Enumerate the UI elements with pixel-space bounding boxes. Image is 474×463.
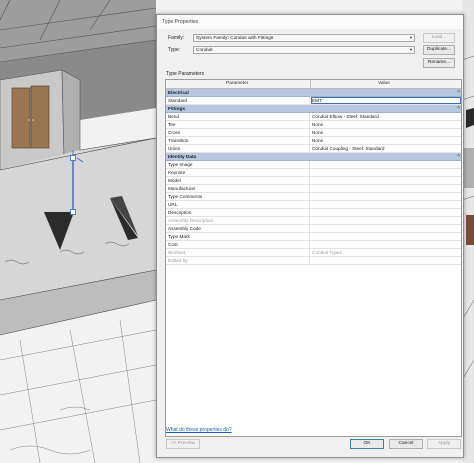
help-link[interactable]: What do these properties do? [166,427,232,433]
column-divider [309,241,310,249]
parameter-name: Type Mark [168,234,190,239]
parameter-name: Manufacturer [168,186,196,191]
column-divider [309,193,310,201]
chevron-down-icon: ▼ [409,47,413,52]
parameter-name: Type Comments [168,194,203,199]
parameter-name: Model [168,178,181,183]
parameter-name: Cross [168,130,181,135]
column-divider [309,225,310,233]
parameter-value[interactable]: Conduit Coupling - Steel: Standard [312,146,384,151]
parameter-value[interactable]: None [312,138,323,143]
parameter-name: Keynote [168,170,186,175]
parameter-value[interactable]: EMT [312,98,322,103]
table-row[interactable]: Tee None [166,121,461,129]
table-row[interactable]: Type Mark [166,233,461,241]
collapse-icon[interactable]: ˄ [457,105,460,111]
column-divider [309,201,310,209]
parameter-name: Workset [168,250,186,255]
type-combo[interactable]: Conduit ▼ [193,46,415,54]
column-divider [309,129,310,137]
table-row[interactable]: Type Comments [166,193,461,201]
table-row[interactable]: Cost [166,241,461,249]
table-row[interactable]: Cross None [166,129,461,137]
preview-button[interactable]: << Preview [166,439,200,449]
family-label: Family: [168,35,185,41]
group-label: Identity Data [168,154,197,159]
family-combo-value: System Family: Conduit with Fittings [196,36,274,41]
parameter-name: Transition [168,138,189,143]
parameter-value: Conduit Types [312,250,342,255]
column-divider [309,209,310,217]
parameter-name: Description [168,210,192,215]
table-row[interactable]: Transition None [166,137,461,145]
cancel-button[interactable]: Cancel [389,439,423,449]
column-divider [309,121,310,129]
parameter-name: URL [168,202,178,207]
column-divider [309,257,310,265]
header-divider [310,80,311,88]
parameter-value[interactable]: Conduit Elbow - Steel: Standard [312,114,379,119]
type-properties-dialog[interactable]: Type Properties Family: System Family: C… [156,14,464,458]
table-row[interactable]: Standard EMT [166,97,461,105]
parameter-name: Union [168,146,181,151]
table-row[interactable]: URL [166,201,461,209]
chevron-down-icon: ▼ [409,35,413,40]
type-label: Type: [168,47,181,53]
column-divider [309,217,310,225]
parameter-name: Edited by [168,258,188,263]
parameter-name: Type Image [168,162,193,167]
table-row[interactable]: Workset Conduit Types [166,249,461,257]
column-divider [309,97,310,105]
rename-button[interactable]: Rename... [423,58,455,68]
parameter-value[interactable]: None [312,122,323,127]
parameter-value[interactable]: None [312,130,323,135]
grid-group-header[interactable]: Identity Data ˄ [166,153,461,161]
table-row[interactable]: Bend Conduit Elbow - Steel: Standard [166,113,461,121]
value-edit-box[interactable] [311,97,461,104]
column-divider [309,169,310,177]
dialog-titlebar[interactable]: Type Properties [157,15,463,29]
type-parameters-label: Type Parameters [166,71,205,77]
column-divider [309,233,310,241]
column-divider [309,161,310,169]
group-label: Electrical [168,90,189,95]
table-row[interactable]: Assembly Description [166,217,461,225]
column-header-parameter[interactable]: Parameter [226,81,248,86]
parameter-name: Tee [168,122,176,127]
apply-button[interactable]: Apply [427,439,461,449]
parameter-name: Assembly Description [168,218,214,223]
table-row[interactable]: Keynote [166,169,461,177]
table-row[interactable]: Description [166,209,461,217]
duplicate-button[interactable]: Duplicate... [423,45,455,55]
column-divider [309,249,310,257]
table-row[interactable]: Assembly Code [166,225,461,233]
parameter-name: Bend [168,114,179,119]
parameter-name: Standard [168,98,188,103]
table-row[interactable]: Union Conduit Coupling - Steel: Standard [166,145,461,153]
column-divider [309,145,310,153]
grid-group-header[interactable]: Fittings ˄ [166,105,461,113]
collapse-icon[interactable]: ˄ [457,153,460,159]
parameter-name: Assembly Code [168,226,201,231]
family-combo[interactable]: System Family: Conduit with Fittings ▼ [193,34,415,42]
column-header-value[interactable]: Value [378,81,390,86]
parameter-name: Cost [168,242,178,247]
load-button[interactable]: Load... [423,33,455,43]
column-divider [309,185,310,193]
column-divider [309,113,310,121]
table-row[interactable]: Edited by [166,257,461,265]
grid-group-header[interactable]: Electrical ˄ [166,89,461,97]
type-parameters-grid[interactable]: Parameter Value Electrical ˄ Standard EMT Fi… [165,79,462,437]
column-divider [309,137,310,145]
group-label: Fittings [168,106,185,111]
ok-button[interactable]: OK [350,439,384,449]
column-divider [309,177,310,185]
table-row[interactable]: Type Image [166,161,461,169]
dialog-title: Type Properties [162,19,199,25]
grid-header: Parameter Value [166,80,461,89]
collapse-icon[interactable]: ˄ [457,89,460,95]
type-combo-value: Conduit [196,48,213,53]
table-row[interactable]: Manufacturer [166,185,461,193]
table-row[interactable]: Model [166,177,461,185]
